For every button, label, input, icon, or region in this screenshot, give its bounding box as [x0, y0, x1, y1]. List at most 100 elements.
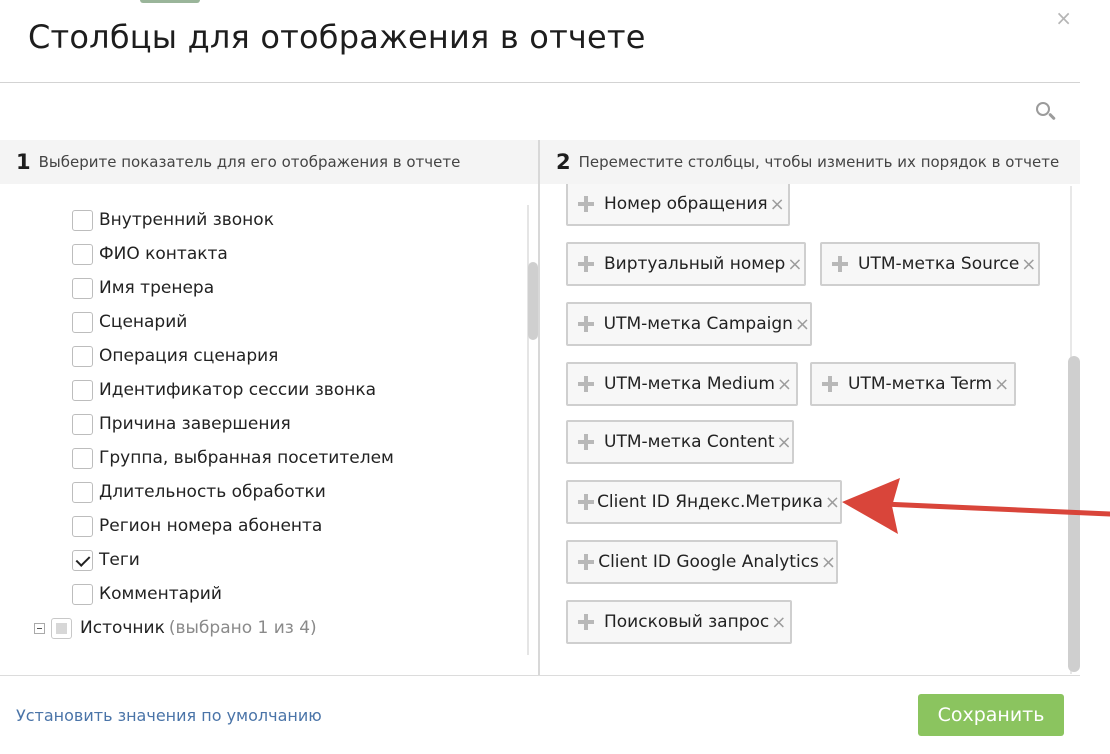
item-label: Внутренний звонок: [99, 210, 274, 230]
chip-label: Номер обращения: [604, 194, 768, 214]
list-item[interactable]: Внутренний звонок: [72, 206, 274, 234]
chip-label: UTM-метка Medium: [604, 374, 775, 394]
list-item[interactable]: ФИО контакта: [72, 240, 228, 268]
item-label: Регион номера абонента: [99, 516, 323, 536]
move-icon[interactable]: [832, 256, 848, 272]
move-icon[interactable]: [822, 376, 838, 392]
remove-icon[interactable]: ×: [777, 374, 792, 395]
checkbox[interactable]: [72, 413, 93, 435]
top-edge: [0, 0, 1110, 4]
checkbox[interactable]: [72, 311, 93, 333]
list-item[interactable]: Теги: [72, 546, 140, 574]
item-label: Идентификатор сессии звонка: [99, 380, 377, 400]
list-item[interactable]: Длительность обработки: [72, 478, 326, 506]
item-label: Сценарий: [99, 312, 188, 332]
item-label: Группа, выбранная посетителем: [99, 448, 394, 468]
chip-label: UTM-метка Content: [604, 432, 775, 452]
column-chip[interactable]: UTM-метка Source ×: [820, 242, 1040, 286]
reset-defaults-link[interactable]: Установить значения по умолчанию: [16, 706, 322, 725]
list-item[interactable]: Имя тренера: [72, 274, 214, 302]
remove-icon[interactable]: ×: [795, 314, 810, 335]
remove-icon[interactable]: ×: [825, 492, 840, 513]
close-icon[interactable]: ×: [1055, 8, 1072, 28]
dialog-title: Столбцы для отображения в отчете: [28, 18, 646, 56]
save-button[interactable]: Сохранить: [918, 694, 1064, 736]
column-chip[interactable]: UTM-метка Content ×: [566, 420, 794, 464]
checkbox[interactable]: [72, 209, 93, 231]
column-chip[interactable]: Поисковый запрос ×: [566, 600, 792, 644]
tree-group-source[interactable]: Источник (выбрано 1 из 4): [34, 616, 317, 640]
checkbox[interactable]: [72, 583, 93, 605]
chip-label: Виртуальный номер: [604, 254, 786, 274]
checkbox[interactable]: [72, 277, 93, 299]
checkbox-partial[interactable]: [51, 617, 72, 639]
search-input[interactable]: [16, 90, 1016, 132]
list-item[interactable]: Группа, выбранная посетителем: [72, 444, 394, 472]
list-item[interactable]: Идентификатор сессии звонка: [72, 376, 376, 404]
selected-columns: Номер обращения × Виртуальный номер × UTM-…: [540, 184, 1080, 675]
list-item[interactable]: Сценарий: [72, 308, 187, 336]
move-icon[interactable]: [578, 196, 594, 212]
divider: [0, 82, 1080, 83]
move-icon[interactable]: [578, 554, 595, 570]
group-selection-count: (выбрано 1 из 4): [168, 618, 317, 638]
list-item[interactable]: Причина завершения: [72, 410, 291, 438]
search-icon[interactable]: [1034, 100, 1058, 124]
step-number: 2: [556, 150, 571, 174]
right-column-heading: Переместите столбцы, чтобы изменить их п…: [578, 153, 1060, 171]
item-label: Комментарий: [99, 584, 222, 604]
column-chip[interactable]: Виртуальный номер ×: [566, 242, 806, 286]
column-chip[interactable]: Client ID Яндекс.Метрика ×: [566, 480, 842, 524]
chip-label: Client ID Яндекс.Метрика: [597, 492, 823, 512]
remove-icon[interactable]: ×: [770, 194, 785, 215]
left-column-header: 1 Выберите показатель для его отображени…: [0, 140, 538, 184]
move-icon[interactable]: [578, 434, 594, 450]
column-chip[interactable]: UTM-метка Campaign ×: [566, 302, 812, 346]
metric-list: Внутренний звонок ФИО контакта Имя трене…: [0, 184, 538, 675]
list-item[interactable]: Операция сценария: [72, 342, 278, 370]
checkbox-checked[interactable]: [72, 549, 93, 571]
column-chip[interactable]: Номер обращения ×: [566, 184, 790, 226]
checkbox[interactable]: [72, 481, 93, 503]
remove-icon[interactable]: ×: [1021, 254, 1036, 275]
checkbox[interactable]: [72, 447, 93, 469]
move-icon[interactable]: [578, 494, 595, 510]
checkbox[interactable]: [72, 515, 93, 537]
item-label: Теги: [99, 550, 140, 570]
column-chip[interactable]: UTM-метка Term ×: [810, 362, 1016, 406]
divider: [0, 675, 1080, 676]
search-bar: [16, 90, 1064, 132]
list-item[interactable]: Комментарий: [72, 580, 222, 608]
remove-icon[interactable]: ×: [994, 374, 1009, 395]
item-label: ФИО контакта: [99, 244, 228, 264]
checkbox[interactable]: [72, 243, 93, 265]
list-item[interactable]: Регион номера абонента: [72, 512, 322, 540]
move-icon[interactable]: [578, 376, 594, 392]
item-label: Имя тренера: [99, 278, 215, 298]
checkbox[interactable]: [72, 379, 93, 401]
checkbox[interactable]: [72, 345, 93, 367]
scrollbar-thumb[interactable]: [528, 262, 538, 340]
left-column-heading: Выберите показатель для его отображения …: [38, 153, 461, 171]
item-label: Операция сценария: [99, 346, 279, 366]
move-icon[interactable]: [578, 614, 594, 630]
collapse-icon[interactable]: [34, 622, 45, 634]
item-label: Причина завершения: [99, 414, 291, 434]
remove-icon[interactable]: ×: [821, 552, 836, 573]
move-icon[interactable]: [578, 316, 594, 332]
right-column-header: 2 Переместите столбцы, чтобы изменить их…: [540, 140, 1080, 184]
chip-label: Поисковый запрос: [604, 612, 770, 632]
remove-icon[interactable]: ×: [787, 254, 802, 275]
remove-icon[interactable]: ×: [777, 432, 792, 453]
item-label: Длительность обработки: [99, 482, 326, 502]
chip-label: UTM-метка Campaign: [603, 314, 793, 334]
chip-label: UTM-метка Source: [858, 254, 1020, 274]
column-chip[interactable]: Client ID Google Analytics ×: [566, 540, 838, 584]
annotation-arrow-icon: [842, 478, 1110, 534]
remove-icon[interactable]: ×: [771, 612, 786, 633]
chip-label: UTM-метка Term: [848, 374, 993, 394]
move-icon[interactable]: [578, 256, 594, 272]
column-chip[interactable]: UTM-метка Medium ×: [566, 362, 798, 406]
group-label: Источник: [80, 618, 165, 638]
step-number: 1: [16, 150, 31, 174]
